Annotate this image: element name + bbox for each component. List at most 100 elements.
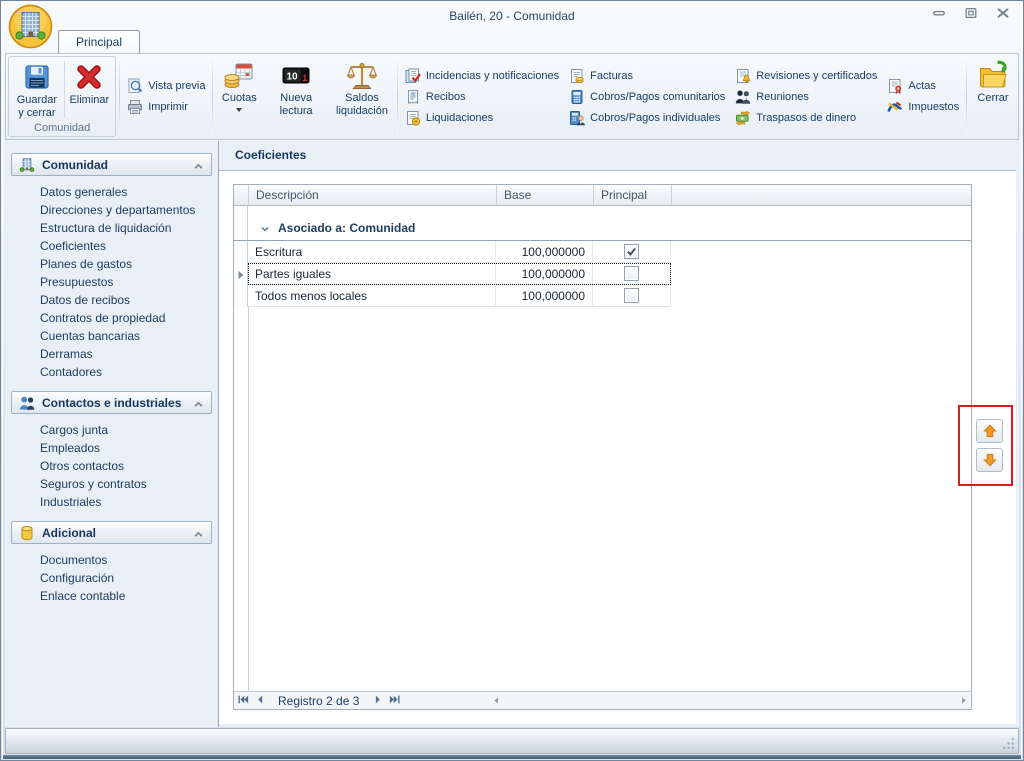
principal-checkbox[interactable] — [624, 266, 639, 281]
window-controls — [931, 8, 1010, 22]
sidebar-item-cuentas-bancarias[interactable]: Cuentas bancarias — [11, 328, 212, 346]
cell-principal[interactable] — [593, 241, 671, 263]
sidebar-item-industriales[interactable]: Industriales — [11, 494, 212, 512]
sidebar-item-seguros-y-contratos[interactable]: Seguros y contratos — [11, 476, 212, 494]
nav-prev-button[interactable] — [251, 692, 268, 709]
column-header-descripcion[interactable]: Descripción — [249, 185, 497, 205]
cell-descripcion[interactable]: Todos menos locales — [248, 285, 496, 307]
button-label: Incidencias y notificaciones — [426, 70, 559, 82]
button-label: Imprimir — [148, 101, 188, 113]
move-up-button[interactable] — [976, 419, 1003, 443]
ribbon-separator — [966, 58, 967, 135]
section-header-comunidad[interactable]: Comunidad — [11, 153, 212, 176]
ribbon-button-column-3: Revisiones y certificados Reuniones Traspa… — [730, 56, 882, 137]
svg-text:1: 1 — [302, 73, 307, 83]
cell-principal[interactable] — [593, 263, 671, 285]
delete-icon — [73, 61, 105, 93]
cell-principal[interactable] — [593, 285, 671, 307]
close-button[interactable] — [995, 8, 1010, 22]
sidebar-item-empleados[interactable]: Empleados — [11, 440, 212, 458]
impuestos-button[interactable]: Impuestos — [884, 98, 962, 116]
sidebar-item-configuracion[interactable]: Configuración — [11, 570, 212, 588]
collapse-chevron-icon[interactable] — [193, 527, 204, 538]
scroll-right-button[interactable] — [956, 692, 971, 709]
tab-principal[interactable]: Principal — [58, 30, 140, 53]
grid-row-partes-iguales[interactable]: Partes iguales100,000000 — [234, 263, 971, 285]
section-header-adicional[interactable]: Adicional — [11, 521, 212, 544]
sidebar-item-derramas[interactable]: Derramas — [11, 346, 212, 364]
eliminar-button[interactable]: Eliminar — [65, 58, 113, 121]
revisiones-y-certificados-button[interactable]: Revisiones y certificados — [732, 67, 880, 85]
facturas-icon — [569, 68, 585, 84]
vista-previa-button[interactable]: Vista previa — [124, 77, 208, 95]
reuniones-button[interactable]: Reuniones — [732, 88, 880, 106]
minimize-button[interactable] — [931, 8, 946, 22]
record-counter: Registro 2 de 3 — [268, 694, 369, 708]
cell-base[interactable]: 100,000000 — [496, 285, 593, 307]
imprimir-button[interactable]: Imprimir — [124, 98, 208, 116]
nav-last-icon — [389, 694, 401, 708]
liquidaciones-button[interactable]: Liquidaciones — [402, 109, 562, 127]
cell-descripcion[interactable]: Partes iguales — [248, 263, 496, 285]
sidebar-item-datos-generales[interactable]: Datos generales — [11, 184, 212, 202]
collapse-chevron-icon[interactable] — [193, 397, 204, 408]
button-label: Cobros/Pagos individuales — [590, 112, 720, 124]
grid-row-escritura[interactable]: Escritura100,000000 — [234, 241, 971, 263]
recibos-icon — [405, 89, 421, 105]
arrow-up-icon — [983, 424, 997, 438]
cerrar-button[interactable]: Cerrar — [969, 56, 1017, 137]
sidebar-item-documentos[interactable]: Documentos — [11, 552, 212, 570]
recibos-button[interactable]: Recibos — [402, 88, 562, 106]
guardar-y-cerrar-button[interactable]: Guardar y cerrar — [11, 58, 63, 121]
cerrar-icon — [977, 59, 1009, 91]
grid-group-row[interactable]: Asociado a: Comunidad — [234, 216, 971, 241]
nav-first-button[interactable] — [234, 692, 251, 709]
ribbon-button-column-1: Incidencias y notificaciones Recibos Liqui… — [400, 56, 564, 137]
column-header-base[interactable]: Base — [497, 185, 594, 205]
traspasos-de-dinero-button[interactable]: Traspasos de dinero — [732, 109, 880, 127]
resize-grip[interactable] — [1002, 737, 1015, 750]
facturas-button[interactable]: Facturas — [566, 67, 728, 85]
nav-next-button[interactable] — [369, 692, 386, 709]
grid-row-todos-menos-locales[interactable]: Todos menos locales100,000000 — [234, 285, 971, 307]
nueva-lectura-button[interactable]: 101Nueva lectura — [263, 56, 329, 137]
cell-base[interactable]: 100,000000 — [496, 241, 593, 263]
horizontal-scrollbar[interactable] — [489, 692, 971, 709]
sidebar-section-comunidad: Comunidad Datos generalesDirecciones y de… — [11, 153, 212, 382]
window-title: Bailén, 20 - Comunidad — [1, 9, 1023, 23]
cobros-pagos-individuales-button[interactable]: Cobros/Pagos individuales — [566, 109, 728, 127]
sidebar-item-cargos-junta[interactable]: Cargos junta — [11, 422, 212, 440]
cuotas-button[interactable]: Cuotas — [215, 56, 263, 137]
sidebar-item-contratos-de-propiedad[interactable]: Contratos de propiedad — [11, 310, 212, 328]
principal-checkbox[interactable] — [624, 244, 639, 259]
nav-last-button[interactable] — [386, 692, 403, 709]
sidebar-section-adicional: Adicional DocumentosConfiguraciónEnlace c… — [11, 521, 212, 606]
svg-text:10: 10 — [287, 72, 299, 83]
sidebar-item-presupuestos[interactable]: Presupuestos — [11, 274, 212, 292]
sidebar-item-direcciones-y-departamentos[interactable]: Direcciones y departamentos — [11, 202, 212, 220]
button-label: Eliminar — [69, 94, 109, 107]
sidebar-item-coeficientes[interactable]: Coeficientes — [11, 238, 212, 256]
cell-base[interactable]: 100,000000 — [496, 263, 593, 285]
saldos-liquidacion-button[interactable]: Saldos liquidación — [329, 56, 395, 137]
restore-button[interactable] — [963, 8, 978, 22]
principal-checkbox[interactable] — [624, 288, 639, 303]
scroll-left-button[interactable] — [489, 692, 504, 709]
people-icon — [19, 395, 35, 411]
sidebar-item-contadores[interactable]: Contadores — [11, 364, 212, 382]
cell-descripcion[interactable]: Escritura — [248, 241, 496, 263]
sidebar-item-estructura-de-liquidacion[interactable]: Estructura de liquidación — [11, 220, 212, 238]
sidebar-item-otros-contactos[interactable]: Otros contactos — [11, 458, 212, 476]
section-header-contactos-e-industriales[interactable]: Contactos e industriales — [11, 391, 212, 414]
collapse-chevron-icon[interactable] — [193, 159, 204, 170]
actas-button[interactable]: Actas — [884, 77, 962, 95]
column-header-principal[interactable]: Principal — [594, 185, 672, 205]
close-icon — [996, 6, 1010, 25]
sidebar-item-datos-de-recibos[interactable]: Datos de recibos — [11, 292, 212, 310]
cobros-pagos-comunitarios-button[interactable]: Cobros/Pagos comunitarios — [566, 88, 728, 106]
incidencias-y-notificaciones-button[interactable]: Incidencias y notificaciones — [402, 67, 562, 85]
sidebar-item-planes-de-gastos[interactable]: Planes de gastos — [11, 256, 212, 274]
move-down-button[interactable] — [976, 448, 1003, 472]
sidebar-item-enlace-contable[interactable]: Enlace contable — [11, 588, 212, 606]
nav-prev-icon — [254, 694, 266, 708]
